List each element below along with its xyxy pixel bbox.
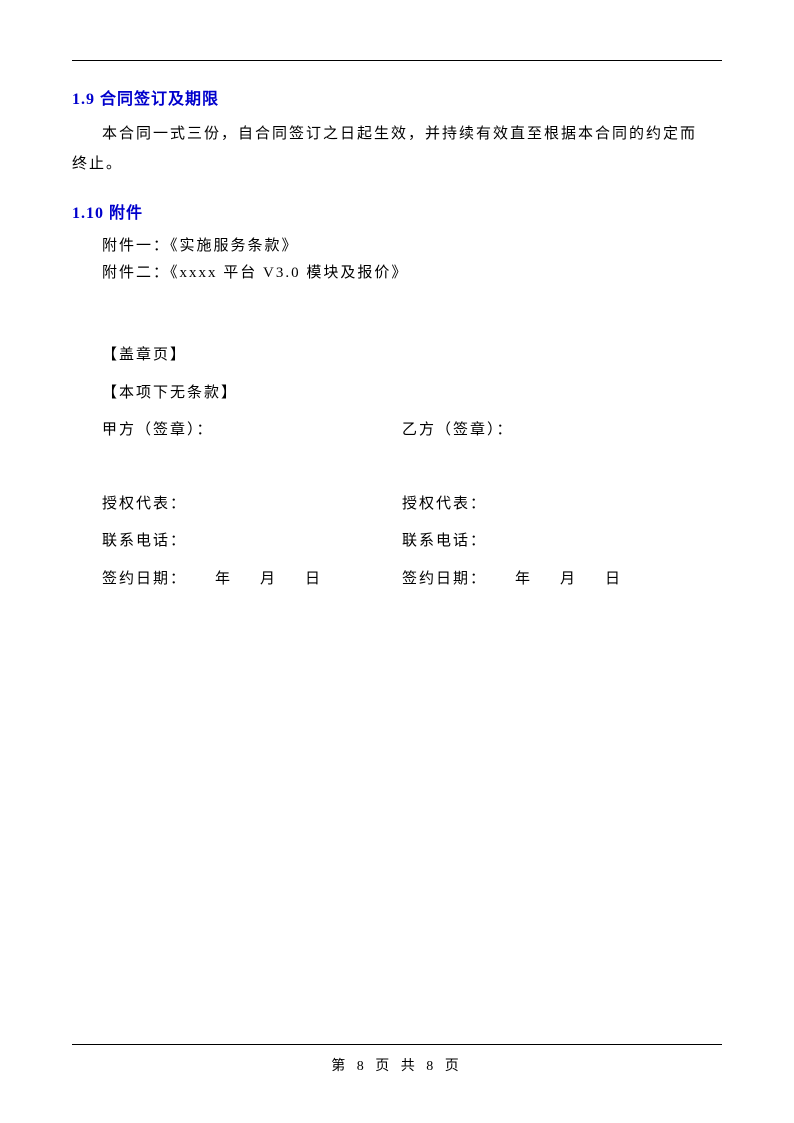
party-a-auth-rep: 授权代表：: [102, 486, 402, 524]
attachment-list: 附件一：《实施服务条款》 附件二：《xxxx 平台 V3.0 模块及报价》: [102, 233, 722, 287]
section-110-heading: 1.10 附件: [72, 199, 722, 223]
signature-row: 甲方（签章）： 乙方（签章）：: [102, 412, 722, 450]
day-a: 日: [305, 561, 322, 599]
year-a: 年: [215, 561, 232, 599]
party-b-signature: 乙方（签章）：: [402, 412, 722, 450]
section-19-line1: 本合同一式三份，自合同签订之日起生效，并持续有效直至根据本合同的约定而: [72, 119, 722, 149]
section-19-heading: 1.9 合同签订及期限: [72, 85, 722, 109]
footer: 第 8 页 共 8 页: [72, 1044, 722, 1075]
no-clause-label: 【本项下无条款】: [102, 375, 722, 413]
top-divider: [72, 60, 722, 61]
seal-page-label: 【盖章页】: [102, 337, 722, 375]
party-b-phone: 联系电话：: [402, 523, 722, 561]
attachment-2: 附件二：《xxxx 平台 V3.0 模块及报价》: [102, 260, 722, 287]
party-b-date: 签约日期： 年 月 日: [402, 561, 722, 599]
attachment-1: 附件一：《实施服务条款》: [102, 233, 722, 260]
section-19-body: 本合同一式三份，自合同签订之日起生效，并持续有效直至根据本合同的约定而 终止。: [72, 119, 722, 179]
party-a-signature: 甲方（签章）：: [102, 412, 402, 450]
auth-rep-row: 授权代表： 授权代表：: [102, 486, 722, 524]
year-b: 年: [515, 561, 532, 599]
day-b: 日: [605, 561, 622, 599]
party-a-phone: 联系电话：: [102, 523, 402, 561]
date-label-a: 签约日期：: [102, 561, 187, 599]
page-number: 第 8 页 共 8 页: [72, 1055, 722, 1075]
party-b-auth-rep: 授权代表：: [402, 486, 722, 524]
section-19-line2: 终止。: [72, 149, 722, 179]
sign-date-row: 签约日期： 年 月 日 签约日期： 年 月 日: [102, 561, 722, 599]
contact-phone-row: 联系电话： 联系电话：: [102, 523, 722, 561]
month-a: 月: [260, 561, 277, 599]
date-label-b: 签约日期：: [402, 561, 487, 599]
month-b: 月: [560, 561, 577, 599]
party-a-date: 签约日期： 年 月 日: [102, 561, 402, 599]
bottom-divider: [72, 1044, 722, 1045]
seal-section: 【盖章页】 【本项下无条款】 甲方（签章）： 乙方（签章）： 授权代表： 授权代…: [102, 337, 722, 598]
